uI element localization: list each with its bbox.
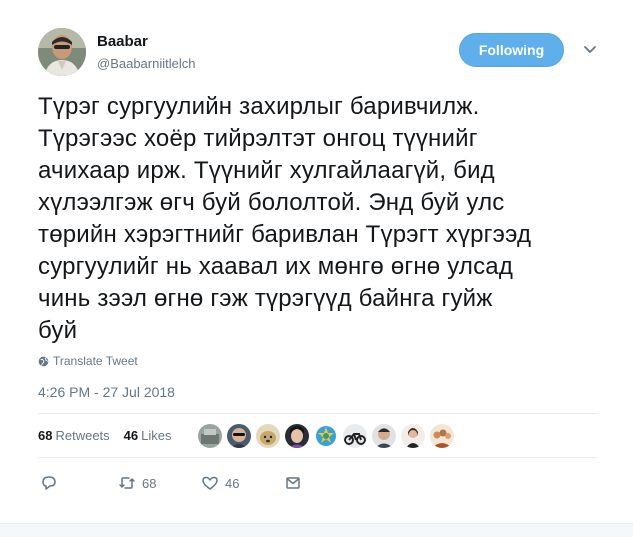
likes-label: Likes [141,428,172,443]
reply-icon [42,476,56,490]
direct-message-button[interactable] [284,474,302,492]
likes-stat[interactable]: 46 Likes [124,428,172,443]
tweet-timestamp[interactable]: 4:26 PM - 27 Jul 2018 [38,384,175,400]
tweet-text-line: Түрэг сургуулийн захирлыг баривчилж. [38,93,480,120]
liker-avatar[interactable] [343,424,367,448]
tweet: Baabar @Baabarniitlelch Following Түрэг … [0,0,633,537]
divider [38,413,598,414]
like-button[interactable]: 46 [201,474,284,492]
liker-avatar[interactable] [198,424,222,448]
retweet-button[interactable]: 68 [118,474,201,492]
like-count: 46 [225,475,240,491]
retweet-icon [119,477,135,489]
envelope-icon [286,477,300,489]
retweet-count: 68 [142,475,157,491]
liker-avatar[interactable] [227,424,251,448]
tweet-text-line: төрийн хэрэгтнийг баривлан Түрэгт хүргээ… [38,221,532,248]
tweet-text: Түрэг сургуулийн захирлыг баривчилж. Түр… [38,91,598,347]
liker-avatar[interactable] [372,424,396,448]
liker-avatar[interactable] [430,424,454,448]
translate-tweet-link[interactable]: Translate Tweet [38,354,138,368]
likes-count: 46 [123,428,139,443]
tweet-stats: 68 Retweets 46 Likes [38,428,172,443]
retweets-label: Retweets [55,428,110,443]
reply-button[interactable] [40,474,118,492]
liker-avatar[interactable] [314,424,338,448]
tweet-text-line: ачихаар ирж. Түүнийг хулгайлаагүй, бид [38,157,495,184]
tweet-text-line: чинь зээл өгнө гэж түрэгүүд байнга гуйж [38,285,493,312]
heart-icon [202,476,218,490]
tweet-actions: 68 46 [40,474,302,492]
bottom-bar [0,523,633,537]
following-button[interactable]: Following [459,33,564,67]
author-avatar[interactable] [38,28,86,76]
liker-avatar[interactable] [256,424,280,448]
retweets-stat[interactable]: 68 Retweets [38,428,110,443]
author-name[interactable]: Baabar [97,33,148,50]
liker-avatar[interactable] [401,424,425,448]
author-handle[interactable]: @Baabarniitlelch [97,56,195,71]
tweet-text-line: буй [38,317,78,344]
tweet-text-line: Түрэгээс хоёр тийрэлтэт онгоц түүнийг [38,125,478,152]
translate-tweet-label: Translate Tweet [53,354,138,368]
retweets-count: 68 [38,428,53,443]
liker-avatars [198,424,454,448]
globe-icon [38,356,49,366]
chevron-down-icon[interactable] [582,42,598,58]
divider [38,457,598,458]
tweet-text-line: хүлээлгэж өгч буй бололтой. Энд буй улс [38,189,505,216]
tweet-text-line: сургуулийг нь хаавал их мөнгө өгнө улсад [38,253,514,280]
liker-avatar[interactable] [285,424,309,448]
